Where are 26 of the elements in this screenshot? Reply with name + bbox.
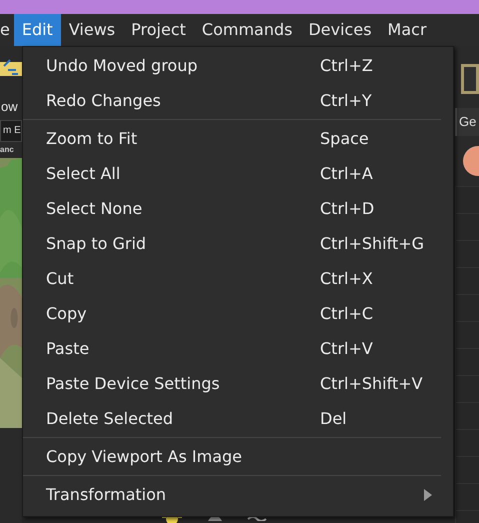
input-field[interactable]: m E xyxy=(0,120,22,142)
menu-item[interactable]: Snap to Grid Ctrl+Shift+G xyxy=(23,226,453,261)
menu-bar-item[interactable]: Edit xyxy=(14,14,61,46)
menu-item[interactable]: Select None Ctrl+D xyxy=(23,191,453,226)
color-swatch[interactable] xyxy=(461,64,479,94)
menu-bar-item[interactable]: Devices xyxy=(300,14,380,46)
panel-label: anc xyxy=(0,144,15,156)
menu-bar-item[interactable]: Project xyxy=(123,14,194,46)
menu-item[interactable]: Paste Device Settings Ctrl+Shift+V xyxy=(23,366,453,401)
menu-item[interactable]: Copy Viewport As Image xyxy=(23,439,453,474)
toolbar-icon[interactable] xyxy=(0,58,24,78)
menu-item[interactable]: Undo Moved group Ctrl+Z xyxy=(23,48,453,83)
menu-item[interactable]: Transformation xyxy=(23,477,453,512)
menu-bar-item[interactable]: Commands xyxy=(194,14,300,46)
menu-item[interactable]: Zoom to Fit Space xyxy=(23,121,453,156)
menu-bar-item[interactable]: Macr xyxy=(380,14,435,46)
panel-tab[interactable]: Ge xyxy=(455,108,479,136)
menu-bar-item[interactable]: Views xyxy=(60,14,124,46)
menu-item[interactable]: Redo Changes Ctrl+Y xyxy=(23,83,453,118)
menu-bar-item[interactable]: e xyxy=(0,14,14,46)
menu-item[interactable]: Paste Ctrl+V xyxy=(23,331,453,366)
menu-item[interactable]: Copy Ctrl+C xyxy=(23,296,453,331)
menu-item[interactable]: Cut Ctrl+X xyxy=(23,261,453,296)
menu-item[interactable]: Delete Selected Del xyxy=(23,401,453,436)
panel-title: ow xyxy=(0,98,19,116)
menu-item[interactable]: Select All Ctrl+A xyxy=(23,156,453,191)
